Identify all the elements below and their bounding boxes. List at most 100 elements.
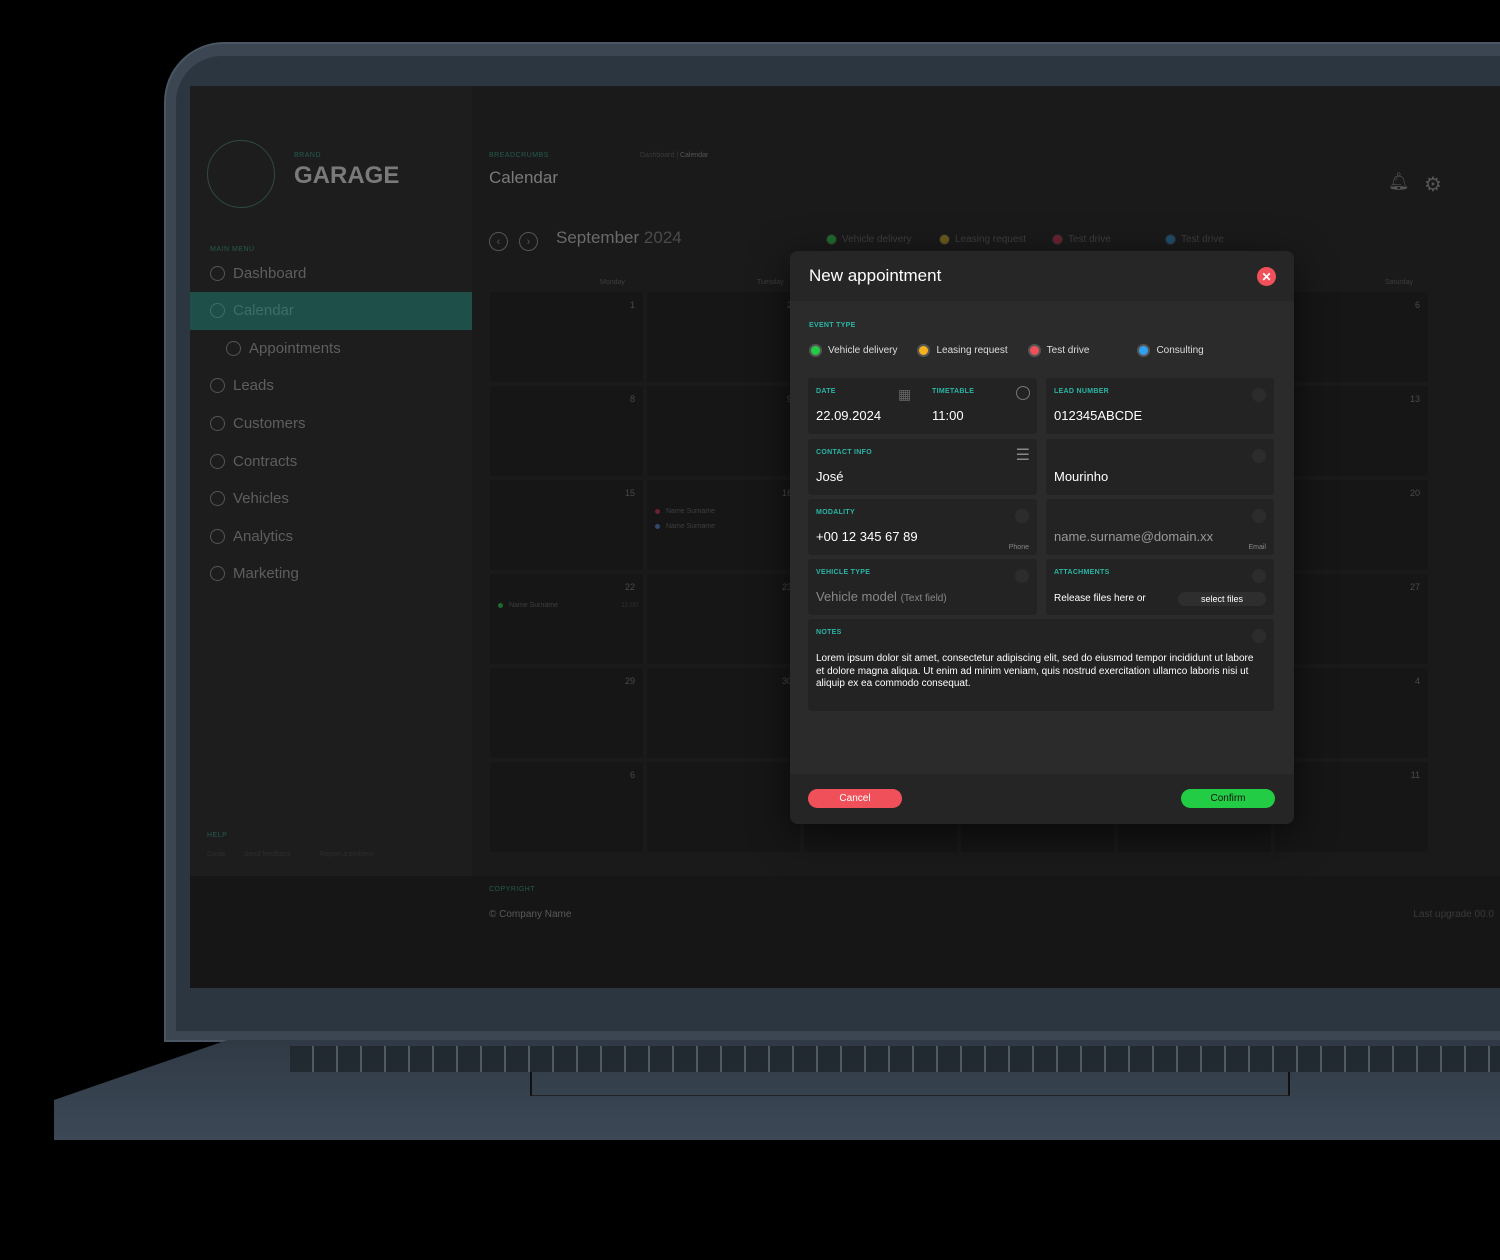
radio-dot-icon xyxy=(809,344,822,357)
breadcrumb-item[interactable]: Calendar xyxy=(680,152,708,159)
first-name-value[interactable]: José xyxy=(816,469,843,484)
info-dot-icon xyxy=(1015,569,1029,583)
help-link[interactable]: Send feedback xyxy=(244,851,291,858)
calendar-day[interactable]: 20 xyxy=(1275,480,1428,570)
date-label: DATE xyxy=(816,388,836,395)
sidebar-item-contracts[interactable]: Contracts xyxy=(190,442,472,480)
help-link[interactable]: Report a problem xyxy=(320,851,374,858)
date-time-field[interactable]: DATE 22.09.2024 ▦ TIMETABLE 11:00 xyxy=(808,378,1037,434)
circle-icon xyxy=(226,340,241,356)
email-value[interactable]: name.surname@domain.xx xyxy=(1054,529,1213,544)
calendar-day[interactable]: 15 xyxy=(490,480,643,570)
info-dot-icon xyxy=(1252,509,1266,523)
event-type-radio[interactable]: Vehicle delivery xyxy=(809,344,897,357)
sidebar-item-appointments[interactable]: Appointments xyxy=(190,329,472,367)
info-dot-icon xyxy=(1015,509,1029,523)
cancel-button[interactable]: Cancel xyxy=(808,789,902,808)
circle-icon xyxy=(210,453,225,469)
day-number: 22 xyxy=(624,582,635,592)
legend-item: Leasing request xyxy=(939,234,1026,245)
sidebar-item-marketing[interactable]: Marketing xyxy=(190,555,472,593)
calendar-day[interactable]: 8 xyxy=(490,386,643,476)
sidebar-item-dashboard[interactable]: Dashboard xyxy=(190,254,472,292)
day-number: 20 xyxy=(1409,488,1420,498)
last-name-field[interactable]: Mourinho xyxy=(1046,439,1274,495)
vehicle-placeholder[interactable]: Vehicle model (Text field) xyxy=(816,589,947,604)
phone-value[interactable]: +00 12 345 67 89 xyxy=(816,529,918,544)
vehicle-type-field[interactable]: VEHICLE TYPE Vehicle model (Text field) xyxy=(808,559,1037,615)
calendar-day[interactable]: 30 xyxy=(647,668,800,758)
calendar-day[interactable]: 1 xyxy=(490,292,643,382)
menu-icon[interactable]: ☰ xyxy=(1016,445,1030,465)
calendar-day[interactable]: 29 xyxy=(490,668,643,758)
calendar-event[interactable]: Name Surname 11:00 xyxy=(498,602,638,609)
legend-item: Vehicle delivery xyxy=(826,234,911,245)
event-type-radio[interactable]: Consulting xyxy=(1137,344,1204,357)
prev-month-button[interactable]: ‹ xyxy=(489,232,508,251)
day-number: 29 xyxy=(624,676,635,686)
brand-label: BRAND xyxy=(294,152,322,159)
footer: COPYRIGHT © Company Name Last upgrade 00… xyxy=(190,876,1500,988)
calendar-day[interactable]: 6 xyxy=(490,762,643,852)
calendar-event[interactable]: Name Surname xyxy=(655,508,795,515)
calendar-event[interactable]: Name Surname xyxy=(655,523,795,530)
day-number: 15 xyxy=(624,488,635,498)
lead-number-field[interactable]: LEAD NUMBER 012345ABCDE xyxy=(1046,378,1274,434)
phone-field[interactable]: MODALITY +00 12 345 67 89 Phone xyxy=(808,499,1037,555)
calendar-day[interactable]: 23 xyxy=(647,574,800,664)
sidebar-item-vehicles[interactable]: Vehicles xyxy=(190,480,472,518)
radio-dot-icon xyxy=(1137,344,1151,357)
radio-dot-icon xyxy=(1027,344,1041,357)
event-dot-icon xyxy=(498,603,503,608)
lead-value[interactable]: 012345ABCDE xyxy=(1054,408,1142,423)
notes-field[interactable]: NOTES Lorem ipsum dolor sit amet, consec… xyxy=(808,619,1274,711)
event-type-radio[interactable]: Test drive xyxy=(1027,344,1089,357)
calendar-day[interactable] xyxy=(647,762,800,852)
calendar-day[interactable]: 13 xyxy=(1275,386,1428,476)
contact-label: CONTACT INFO xyxy=(816,449,872,456)
sidebar-item-analytics[interactable]: Analytics xyxy=(190,517,472,555)
next-month-button[interactable]: › xyxy=(519,232,538,251)
event-type-label: EVENT TYPE xyxy=(809,322,856,329)
modal-footer: Cancel Confirm xyxy=(790,774,1294,824)
sidebar-item-customers[interactable]: Customers xyxy=(190,404,472,442)
day-number: 1 xyxy=(629,300,635,310)
event-type-radio[interactable]: Leasing request xyxy=(917,344,1008,357)
calendar-icon[interactable]: ▦ xyxy=(898,386,911,403)
attachments-text: Release files here or xyxy=(1054,593,1146,604)
modal-title: New appointment xyxy=(809,266,942,285)
legend-dot-icon xyxy=(1165,234,1176,245)
help-link[interactable]: Guide xyxy=(207,851,226,858)
clock-icon[interactable] xyxy=(1016,386,1030,400)
calendar-day[interactable]: 22 xyxy=(490,574,643,664)
confirm-button[interactable]: Confirm xyxy=(1181,789,1275,808)
date-value[interactable]: 22.09.2024 xyxy=(816,408,881,423)
gear-icon[interactable]: ⚙︎ xyxy=(1424,172,1442,197)
weekday-header: Tuesday xyxy=(757,279,784,286)
radio-dot-icon xyxy=(917,344,931,357)
sidebar-item-calendar[interactable]: Calendar xyxy=(190,291,472,330)
calendar-day[interactable]: 9 xyxy=(647,386,800,476)
sidebar-item-label: Contracts xyxy=(233,452,298,470)
calendar-day[interactable]: 4 xyxy=(1275,668,1428,758)
email-field[interactable]: name.surname@domain.xx Email xyxy=(1046,499,1274,555)
sidebar-item-leads[interactable]: Leads xyxy=(190,367,472,405)
calendar-day[interactable]: 27 xyxy=(1275,574,1428,664)
page-title: Calendar xyxy=(489,168,558,187)
day-number: 13 xyxy=(1409,394,1420,404)
time-value[interactable]: 11:00 xyxy=(932,408,964,423)
breadcrumb: Dashboard | Calendar xyxy=(640,152,709,159)
attachments-field[interactable]: ATTACHMENTS Release files here or select… xyxy=(1046,559,1274,615)
close-icon[interactable]: ✕ xyxy=(1257,267,1276,286)
last-name-value[interactable]: Mourinho xyxy=(1054,469,1108,484)
notes-text[interactable]: Lorem ipsum dolor sit amet, consectetur … xyxy=(816,653,1260,691)
calendar-day[interactable]: 2 xyxy=(647,292,800,382)
calendar-day[interactable]: 11 xyxy=(1275,762,1428,852)
calendar-day[interactable]: 6 xyxy=(1275,292,1428,382)
select-files-button[interactable]: select files xyxy=(1178,592,1266,606)
first-name-field[interactable]: CONTACT INFO José ☰ xyxy=(808,439,1037,495)
day-number: 27 xyxy=(1409,582,1420,592)
breadcrumb-item[interactable]: Dashboard xyxy=(640,152,674,159)
bell-icon[interactable]: 🔔︎ xyxy=(1388,172,1410,192)
attachments-label: ATTACHMENTS xyxy=(1054,569,1110,576)
